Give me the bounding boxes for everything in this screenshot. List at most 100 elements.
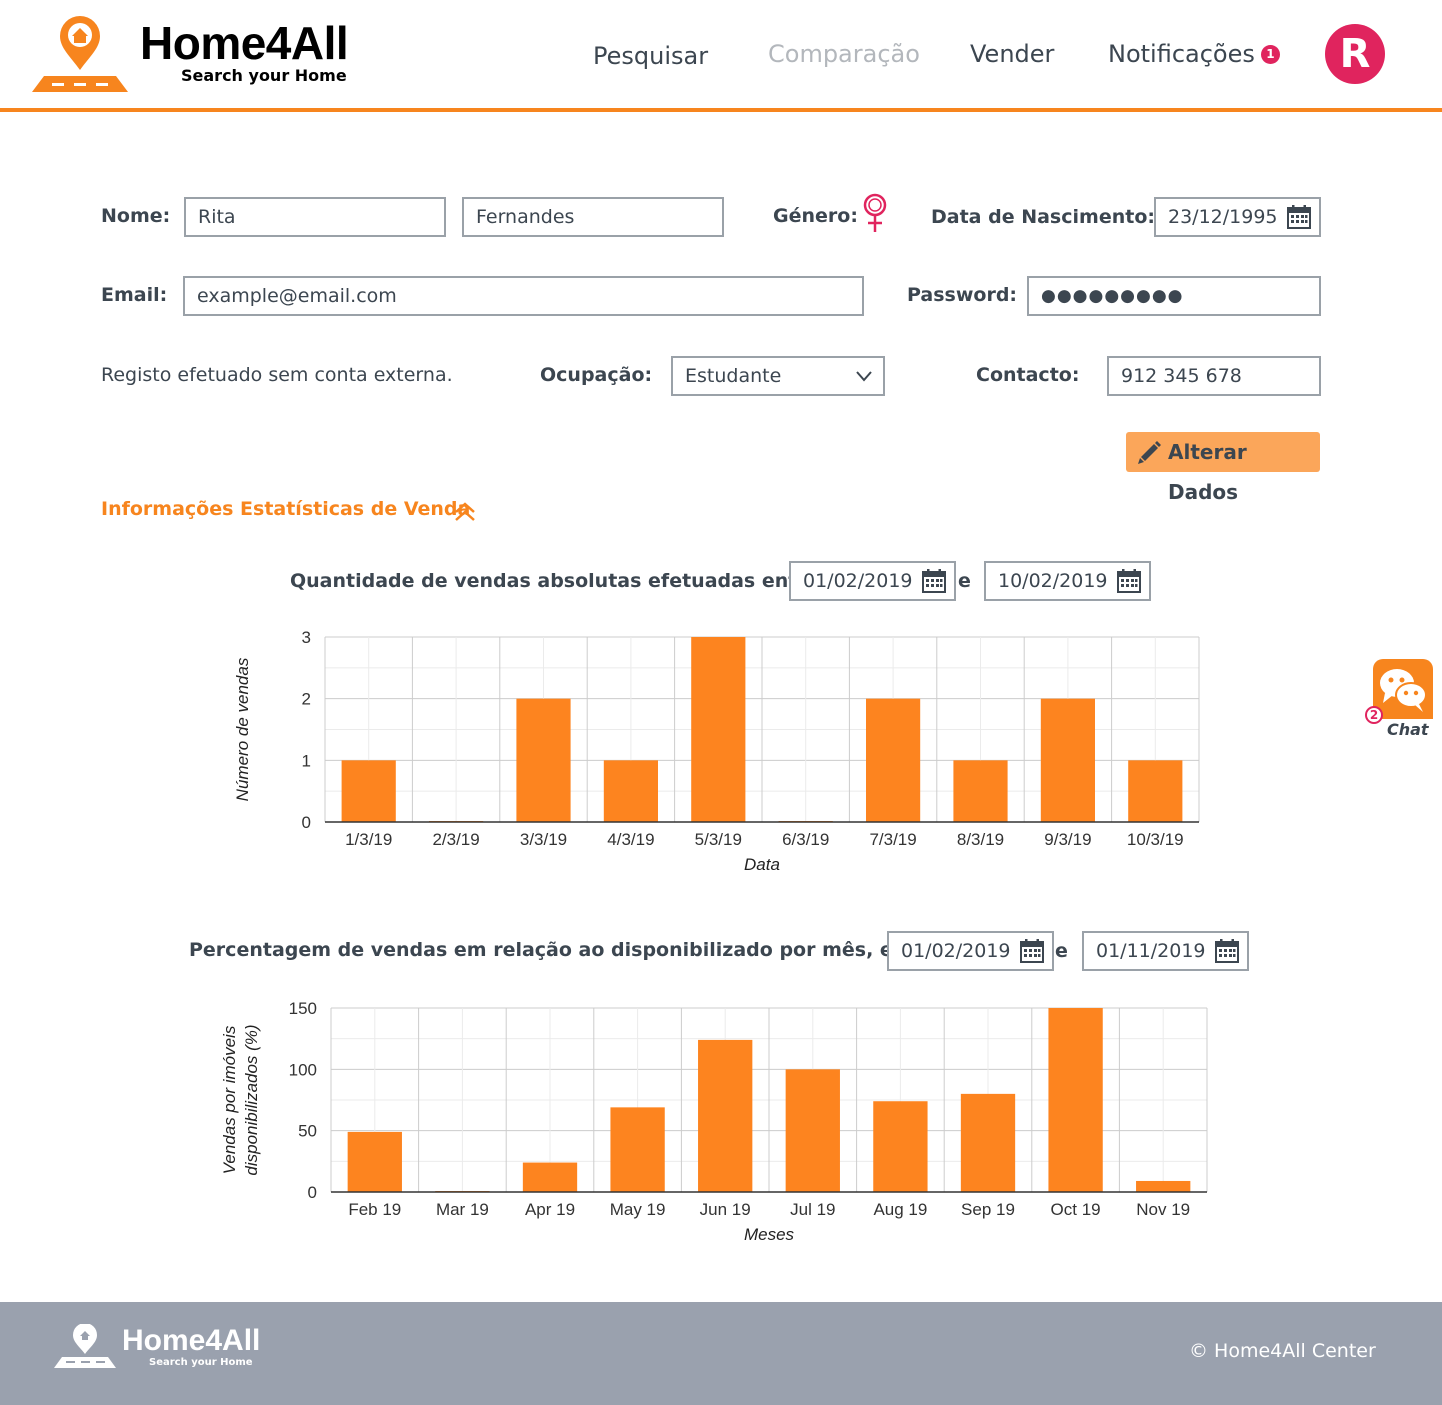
female-symbol-icon[interactable] <box>860 192 890 234</box>
bar <box>522 1162 578 1192</box>
password-label: Password: <box>907 284 1018 306</box>
home4all-logo[interactable]: Home4All Search your Home <box>30 14 370 94</box>
x-tick-label: Aug 19 <box>873 1200 927 1219</box>
chart2-to-value: 01/11/2019 <box>1096 940 1206 962</box>
bar <box>341 760 396 822</box>
bar <box>516 698 571 822</box>
last-name-input[interactable]: Fernandes <box>462 197 724 237</box>
bar <box>1136 1180 1191 1192</box>
x-axis-label: Data <box>744 855 780 874</box>
logo-title: Home4All <box>140 17 349 69</box>
stats-section-title[interactable]: Informações Estatísticas de Venda <box>101 498 470 520</box>
chart1-from-value: 01/02/2019 <box>803 570 913 592</box>
occupation-select[interactable]: Estudante <box>671 356 885 396</box>
x-tick-label: 9/3/19 <box>1044 830 1091 849</box>
x-tick-label: Mar 19 <box>436 1200 489 1219</box>
chart2-to-date-input[interactable]: 01/11/2019 <box>1082 931 1249 971</box>
bar <box>603 760 658 822</box>
y-tick-label: 1 <box>302 751 311 770</box>
password-input[interactable]: ●●●●●●●●● <box>1027 276 1321 316</box>
x-tick-label: 7/3/19 <box>869 830 916 849</box>
y-tick-label: 3 <box>302 628 311 647</box>
calendar-icon[interactable] <box>1287 205 1311 229</box>
edit-data-button[interactable]: Alterar Dados <box>1126 432 1320 504</box>
footer-logo-title: Home4All <box>122 1324 261 1357</box>
nav-sell[interactable]: Vender <box>970 40 1054 68</box>
x-tick-label: Feb 19 <box>348 1200 401 1219</box>
date-range-separator: e <box>958 570 971 592</box>
register-note: Registo efetuado sem conta externa. <box>101 364 453 386</box>
x-tick-label: 1/3/19 <box>345 830 392 849</box>
sales-percentage-bar-chart: 0 50 100 150 Feb 19 Mar 19 Apr 19 May 19 Jun 19 J… <box>220 999 1208 1244</box>
birth-date-value: 23/12/1995 <box>1168 206 1278 228</box>
user-avatar[interactable]: R <box>1325 24 1385 84</box>
x-tick-label: 10/3/19 <box>1127 830 1184 849</box>
y-axis-label: Vendas por imóveis <box>220 1025 239 1174</box>
x-tick-label: 6/3/19 <box>782 830 829 849</box>
bar <box>1128 760 1183 822</box>
birth-date-label: Data de Nascimento: <box>931 206 1155 228</box>
email-label: Email: <box>101 284 168 306</box>
page-footer: Home4All Search your Home © Home4All Cen… <box>0 1302 1442 1405</box>
first-name-input[interactable]: Rita <box>184 197 446 237</box>
x-tick-label: Nov 19 <box>1136 1200 1190 1219</box>
y-axis-label: disponibilizados (%) <box>242 1024 261 1175</box>
chart1-from-date-input[interactable]: 01/02/2019 <box>789 561 956 601</box>
y-tick-label: 0 <box>302 813 311 832</box>
chart1-to-value: 10/02/2019 <box>998 570 1108 592</box>
bar <box>873 1101 928 1192</box>
bar <box>866 698 921 822</box>
x-tick-label: 5/3/19 <box>695 830 742 849</box>
notification-count-badge: 1 <box>1260 45 1280 64</box>
nav-notifications-label: Notificações <box>1108 40 1255 68</box>
x-tick-label: Sep 19 <box>961 1200 1015 1219</box>
chat-unread-badge: 2 <box>1365 706 1383 724</box>
bar <box>610 1107 665 1192</box>
birth-date-input[interactable]: 23/12/1995 <box>1154 197 1321 237</box>
calendar-icon[interactable] <box>1215 939 1239 963</box>
x-axis-label: Meses <box>744 1225 795 1244</box>
pencil-icon <box>1138 441 1161 464</box>
calendar-icon[interactable] <box>1020 939 1044 963</box>
logo-pin-icon <box>32 16 128 92</box>
contact-label: Contacto: <box>976 364 1080 386</box>
x-tick-label: 3/3/19 <box>520 830 567 849</box>
calendar-icon[interactable] <box>1117 569 1141 593</box>
bar <box>698 1039 753 1192</box>
chevron-up-double-icon[interactable] <box>453 500 477 524</box>
bar <box>960 1093 1016 1192</box>
footer-logo-icon <box>54 1324 116 1368</box>
bar <box>691 637 746 822</box>
chart1-title: Quantidade de vendas absolutas efetuadas… <box>290 570 820 592</box>
gender-label: Género: <box>773 205 858 227</box>
chat-label[interactable]: Chat <box>1387 720 1429 739</box>
nav-search[interactable]: Pesquisar <box>593 42 708 70</box>
x-tick-label: Jun 19 <box>700 1200 751 1219</box>
email-input[interactable]: example@email.com <box>183 276 864 316</box>
nav-notifications[interactable]: Notificações 1 <box>1108 40 1280 68</box>
x-tick-label: 8/3/19 <box>957 830 1004 849</box>
x-tick-label: May 19 <box>610 1200 666 1219</box>
footer-logo-subtitle: Search your Home <box>149 1357 253 1368</box>
occupation-label: Ocupação: <box>540 364 653 386</box>
y-tick-label: 2 <box>302 690 311 709</box>
chart2-from-value: 01/02/2019 <box>901 940 1011 962</box>
bar <box>785 1069 840 1192</box>
y-tick-label: 0 <box>308 1183 317 1202</box>
nav-compare[interactable]: Comparação <box>768 40 920 68</box>
chart2-from-date-input[interactable]: 01/02/2019 <box>887 931 1054 971</box>
x-tick-label: Oct 19 <box>1051 1200 1101 1219</box>
bar <box>1040 698 1095 822</box>
x-tick-label: Apr 19 <box>525 1200 575 1219</box>
chart1-to-date-input[interactable]: 10/02/2019 <box>984 561 1151 601</box>
y-axis-label: Número de vendas <box>233 657 252 801</box>
x-tick-label: Jul 19 <box>790 1200 835 1219</box>
edit-data-label: Alterar Dados <box>1168 440 1247 504</box>
y-tick-label: 150 <box>289 999 317 1018</box>
y-tick-label: 100 <box>289 1060 317 1079</box>
occupation-value: Estudante <box>685 365 782 387</box>
x-tick-label: 2/3/19 <box>432 830 479 849</box>
contact-input[interactable]: 912 345 678 <box>1107 356 1321 396</box>
bar <box>953 760 1008 822</box>
calendar-icon[interactable] <box>922 569 946 593</box>
